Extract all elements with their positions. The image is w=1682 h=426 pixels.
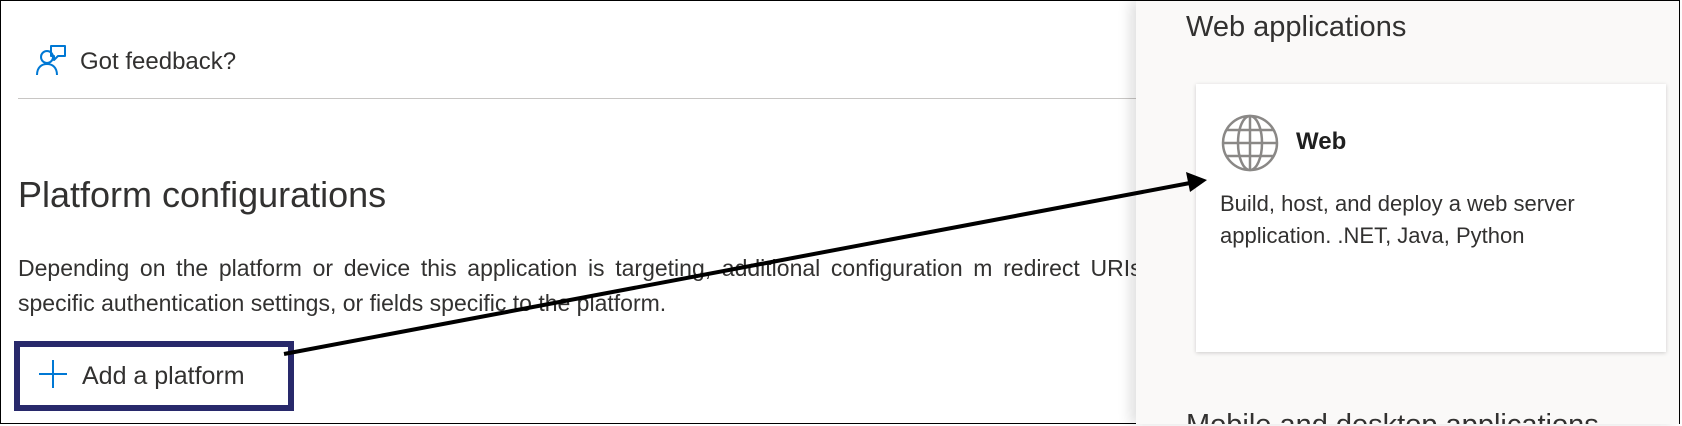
- mobile-desktop-heading: Mobile and desktop applications: [1186, 409, 1599, 424]
- web-card-description: Build, host, and deploy a web server app…: [1220, 191, 1575, 248]
- plus-icon: [38, 359, 68, 394]
- feedback-link[interactable]: Got feedback?: [34, 42, 236, 82]
- web-platform-card[interactable]: Web Build, host, and deploy a web server…: [1196, 84, 1666, 352]
- page-title: Platform configurations: [18, 174, 387, 215]
- configure-platforms-panel: Web applications Web Build, host, and de…: [1136, 1, 1679, 424]
- globe-icon: [1220, 113, 1280, 173]
- web-card-title: Web: [1296, 128, 1347, 155]
- platform-description: Depending on the platform or device this…: [18, 255, 1148, 316]
- divider: [18, 98, 1136, 99]
- web-applications-heading: Web applications: [1186, 11, 1407, 43]
- add-platform-button[interactable]: Add a platform: [14, 341, 294, 411]
- feedback-person-icon: [34, 43, 68, 82]
- add-platform-label: Add a platform: [82, 361, 245, 390]
- feedback-label: Got feedback?: [80, 48, 237, 75]
